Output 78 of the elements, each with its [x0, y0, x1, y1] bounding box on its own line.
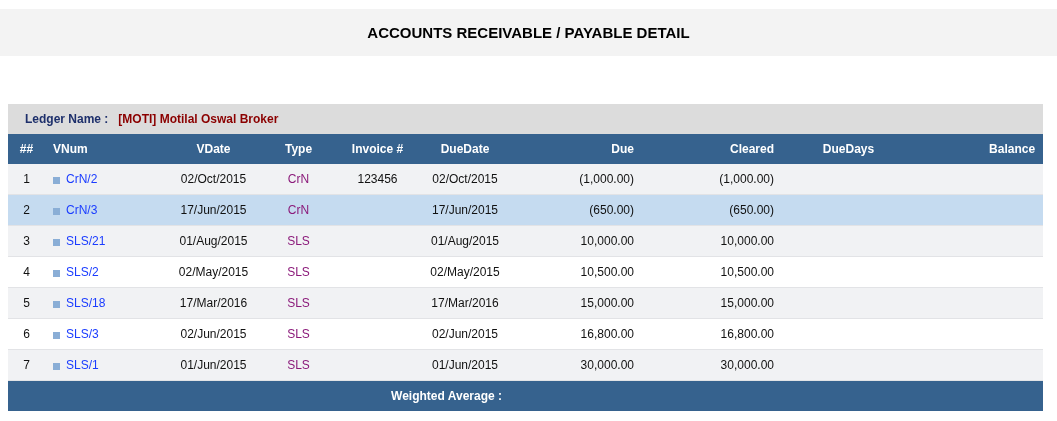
table-cell: 02/May/2015 — [178, 265, 249, 279]
table-row[interactable]: 1 CrN/2 02/Oct/2015 CrN 123456 02/Oct/2015 (1,000.00) (1,000.00) — [8, 164, 1044, 195]
table-cell: 02/Jun/2015 — [431, 327, 499, 341]
square-icon — [53, 208, 60, 215]
table-cell: 02/May/2015 — [430, 265, 500, 279]
table-cell: 15,000.00 — [720, 296, 774, 310]
table-cell: SLS — [287, 296, 310, 310]
table-cell: SLS — [287, 265, 310, 279]
table-cell: SLS — [287, 327, 310, 341]
table-cell: 10,500.00 — [720, 265, 774, 279]
table-cell: 02/Jun/2015 — [180, 327, 247, 341]
column-header: DueDays — [822, 142, 875, 156]
table-cell: 30,000.00 — [720, 358, 774, 372]
column-header: Type — [284, 142, 313, 156]
voucher-link[interactable]: SLS/18 — [66, 296, 106, 310]
table-cell: 10,000.00 — [580, 234, 634, 248]
table-cell: 02/Oct/2015 — [180, 172, 247, 186]
table-cell: 01/Jun/2015 — [180, 358, 247, 372]
square-icon — [53, 301, 60, 308]
voucher-link[interactable]: CrN/3 — [66, 203, 98, 217]
table-cell: 1 — [23, 172, 30, 186]
table-row[interactable]: 7 SLS/1 01/Jun/2015 SLS 01/Jun/2015 30,000.00 30,000.00 — [8, 349, 1044, 381]
table-row[interactable]: 3 SLS/21 01/Aug/2015 SLS 01/Aug/2015 10,000.00 10,000.00 — [8, 225, 1044, 257]
table-cell: 10,500.00 — [580, 265, 634, 279]
voucher-link[interactable]: SLS/1 — [66, 358, 99, 372]
table-cell: (1,000.00) — [579, 172, 634, 186]
square-icon — [53, 177, 60, 184]
page-title: ACCOUNTS RECEIVABLE / PAYABLE DETAIL — [367, 24, 690, 41]
column-header: VDate — [196, 142, 231, 156]
square-icon — [53, 270, 60, 277]
table-cell: 01/Aug/2015 — [179, 234, 248, 248]
table-row[interactable]: 2 CrN/3 17/Jun/2015 CrN 17/Jun/2015 (650.00) (650.00) — [8, 194, 1044, 226]
column-header: VNum — [53, 142, 88, 156]
table-cell: CrN — [287, 203, 310, 217]
table-cell: 5 — [23, 296, 30, 310]
square-icon — [53, 332, 60, 339]
table-cell: 4 — [23, 265, 30, 279]
table-cell: SLS — [287, 358, 310, 372]
table-cell: 30,000.00 — [580, 358, 634, 372]
square-icon — [53, 239, 60, 246]
column-header: Cleared — [729, 142, 774, 156]
column-header: Due — [611, 142, 634, 156]
footer-label: Weighted Average : — [391, 389, 502, 403]
table-row[interactable]: 5 SLS/18 17/Mar/2016 SLS 17/Mar/2016 15,000.00 15,000.00 — [8, 287, 1044, 319]
table-cell: 16,800.00 — [720, 327, 774, 341]
table-cell: 10,000.00 — [720, 234, 774, 248]
voucher-link[interactable]: SLS/3 — [66, 327, 99, 341]
table-cell: 17/Jun/2015 — [431, 203, 499, 217]
ledger-name: [MOTI] Motilal Oswal Broker — [118, 112, 279, 126]
ledger-label: Ledger Name : — [25, 112, 109, 126]
table-cell: 17/Jun/2015 — [180, 203, 247, 217]
column-header: DueDate — [440, 142, 490, 156]
table-cell: 02/Oct/2015 — [432, 172, 498, 186]
column-header: ## — [19, 142, 34, 156]
table-cell: 7 — [23, 358, 30, 372]
column-header: Balance — [989, 142, 1036, 156]
table-cell: (650.00) — [729, 203, 774, 217]
table-row[interactable]: 4 SLS/2 02/May/2015 SLS 02/May/2015 10,500.00 10,500.00 — [8, 256, 1044, 288]
table-cell: 3 — [23, 234, 30, 248]
table-cell: 6 — [23, 327, 30, 341]
column-header: Invoice # — [351, 142, 404, 156]
table-cell: 2 — [23, 203, 30, 217]
table-cell: 01/Jun/2015 — [431, 358, 499, 372]
table-cell: 16,800.00 — [580, 327, 634, 341]
table-row[interactable]: 6 SLS/3 02/Jun/2015 SLS 02/Jun/2015 16,800.00 16,800.00 — [8, 318, 1044, 350]
table-cell: 17/Mar/2016 — [431, 296, 499, 310]
table-cell: 123456 — [357, 172, 398, 186]
table-cell: (1,000.00) — [719, 172, 774, 186]
table-cell: 01/Aug/2015 — [430, 234, 500, 248]
table-cell: 17/Mar/2016 — [179, 296, 248, 310]
table-cell: SLS — [287, 234, 310, 248]
voucher-link[interactable]: SLS/2 — [66, 265, 99, 279]
voucher-link[interactable]: SLS/21 — [66, 234, 106, 248]
table-cell: CrN — [287, 172, 310, 186]
square-icon — [53, 363, 60, 370]
table-cell: 15,000.00 — [580, 296, 634, 310]
voucher-link[interactable]: CrN/2 — [66, 172, 98, 186]
table-cell: (650.00) — [589, 203, 634, 217]
